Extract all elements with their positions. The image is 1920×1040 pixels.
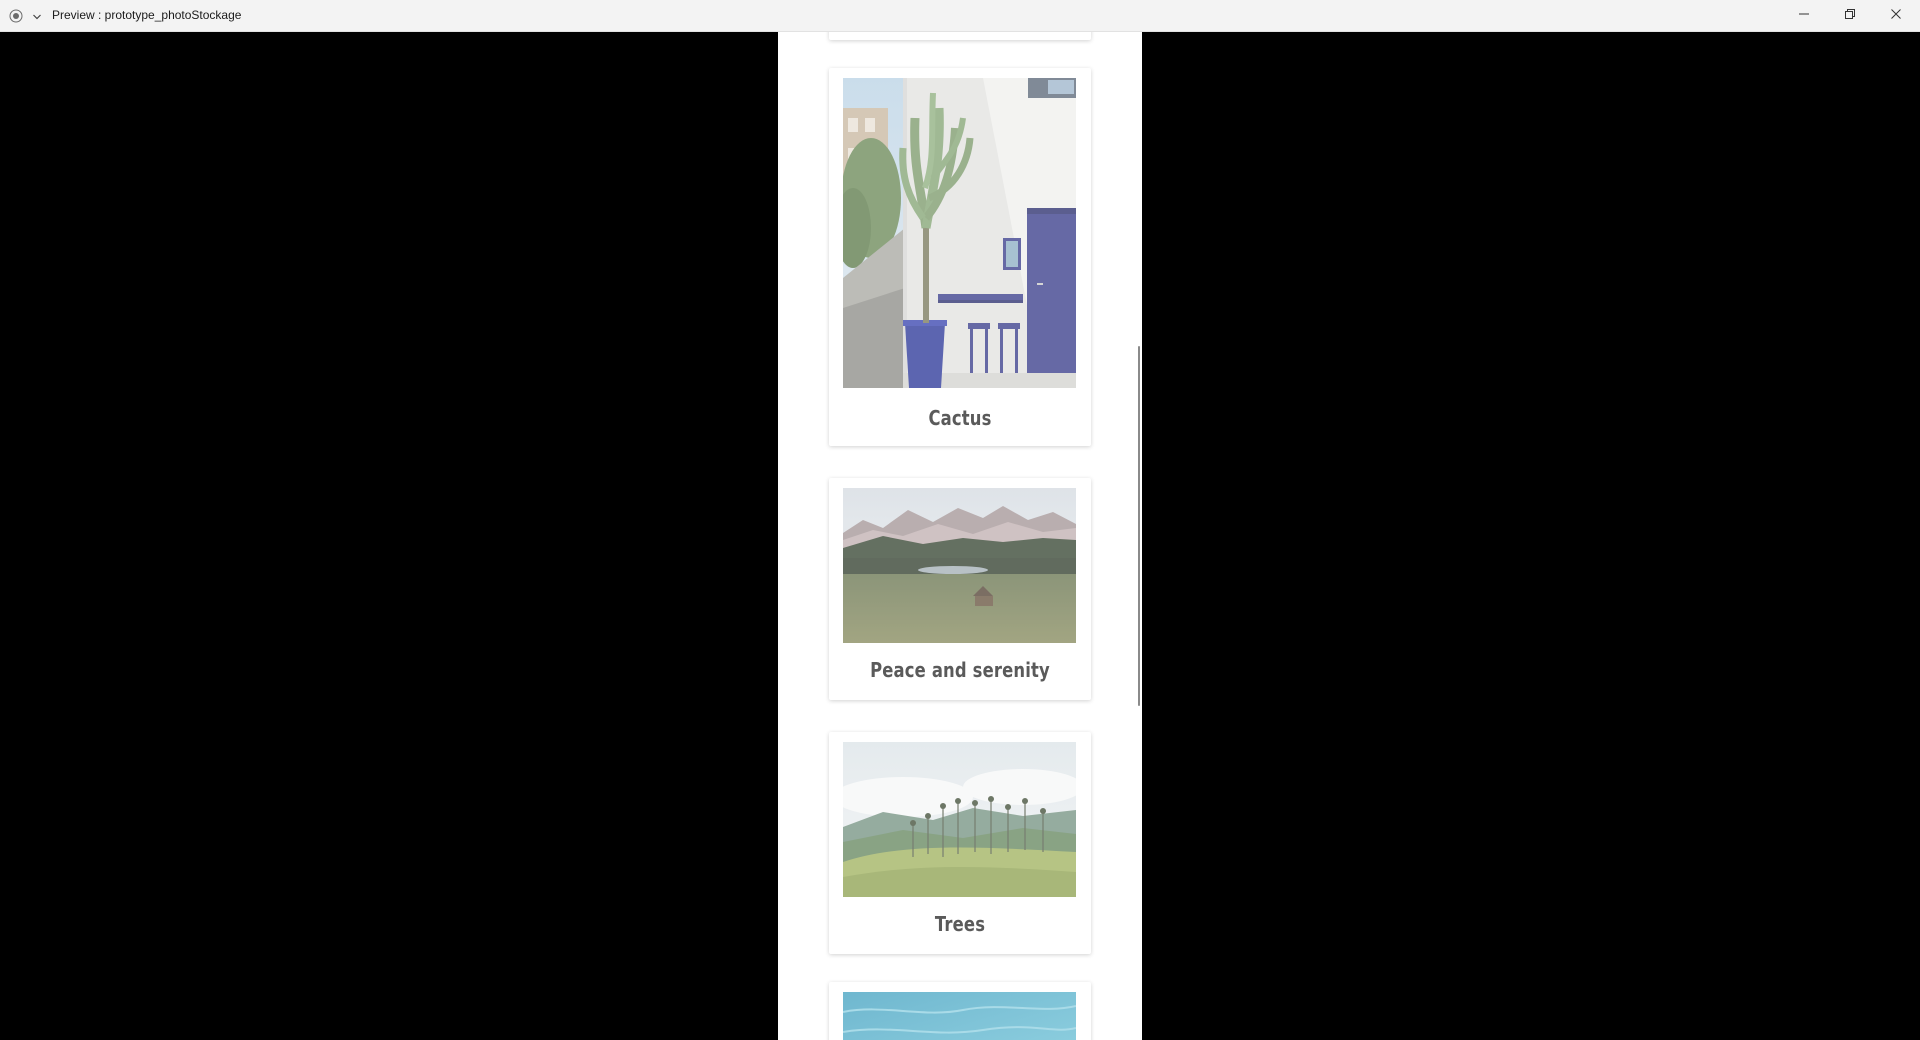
restore-button[interactable] [1827,0,1873,32]
vertical-scrollbar-thumb[interactable] [1138,346,1140,706]
cactus-photo [843,78,1076,388]
trees-photo [843,742,1076,897]
peace-and-serenity-photo [843,488,1076,643]
restore-icon [1844,7,1856,25]
close-button[interactable] [1873,0,1919,32]
gallery-card-cactus[interactable]: Cactus [829,68,1091,446]
window-title: Preview : prototype_photoStockage [52,8,242,22]
window-titlebar: Preview : prototype_photoStockage [0,0,1920,32]
gallery-caption: Cactus [928,406,992,430]
gallery-card-partial-bottom[interactable] [829,982,1091,1040]
preview-viewport[interactable]: Cactus Peace and serenity Trees [778,32,1142,1040]
minimize-icon [1798,7,1810,25]
gallery-caption: Peace and serenity [870,658,1050,682]
gallery-card-peace-and-serenity[interactable]: Peace and serenity [829,478,1091,700]
gallery-card-trees[interactable]: Trees [829,732,1091,954]
sea-photo [843,992,1076,1040]
record-icon[interactable] [9,9,23,23]
chevron-down-icon[interactable] [31,10,43,22]
close-icon [1890,7,1902,25]
gallery-caption: Trees [934,912,986,936]
gallery-card-partial-top[interactable] [829,32,1091,40]
minimize-button[interactable] [1781,0,1827,32]
